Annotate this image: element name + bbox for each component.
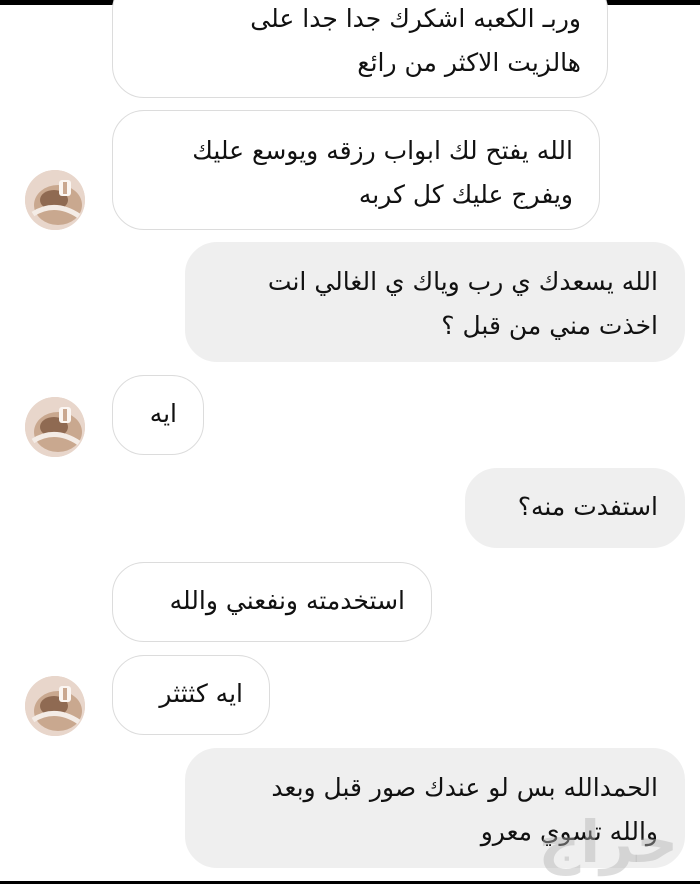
message-bubble[interactable]: ايه كثثثر (112, 655, 270, 735)
message-line: استفدت منه؟ (517, 492, 658, 521)
watermark-logo: حراج (538, 808, 678, 876)
avatar[interactable] (25, 676, 85, 736)
message-line: استخدمته ونفعني والله (169, 586, 405, 615)
message-row: استفدت منه؟ (465, 468, 685, 548)
message-bubble[interactable]: الله يسعدك ي رب وياك ي الغالي انت اخذت م… (185, 242, 685, 362)
message-line: الله يفتح لك ابواب رزقه ويوسع عليك (192, 136, 573, 165)
message-row: ايه (112, 375, 204, 455)
message-line: ايه كثثثر (159, 679, 243, 708)
message-line: ويفرج عليك كل كربه (358, 180, 573, 209)
message-row: الله يفتح لك ابواب رزقه ويوسع عليك ويفرج… (112, 110, 600, 230)
message-bubble[interactable]: استخدمته ونفعني والله (112, 562, 432, 642)
message-line: اخذت مني من قبل ؟ (441, 311, 658, 340)
message-line: الحمدالله بس لو عندك صور قبل وبعد (271, 773, 658, 802)
message-bubble[interactable]: استفدت منه؟ (465, 468, 685, 548)
message-row: الله يسعدك ي رب وياك ي الغالي انت اخذت م… (185, 242, 685, 362)
message-row: ايه كثثثر (112, 655, 270, 735)
avatar[interactable] (25, 170, 85, 230)
message-line: الله يسعدك ي رب وياك ي الغالي انت (267, 267, 658, 296)
message-row: وربـ الكعبه اشكرك جدا جدا على هالزيت الا… (112, 0, 608, 98)
message-line: ايه (149, 399, 177, 428)
message-bubble[interactable]: ايه (112, 375, 204, 455)
message-row: استخدمته ونفعني والله (112, 562, 432, 642)
message-line: هالزيت الاكثر من رائع (357, 48, 581, 77)
message-bubble[interactable]: وربـ الكعبه اشكرك جدا جدا على هالزيت الا… (112, 0, 608, 98)
avatar[interactable] (25, 397, 85, 457)
message-bubble[interactable]: الله يفتح لك ابواب رزقه ويوسع عليك ويفرج… (112, 110, 600, 230)
message-line: وربـ الكعبه اشكرك جدا جدا على (250, 4, 581, 33)
